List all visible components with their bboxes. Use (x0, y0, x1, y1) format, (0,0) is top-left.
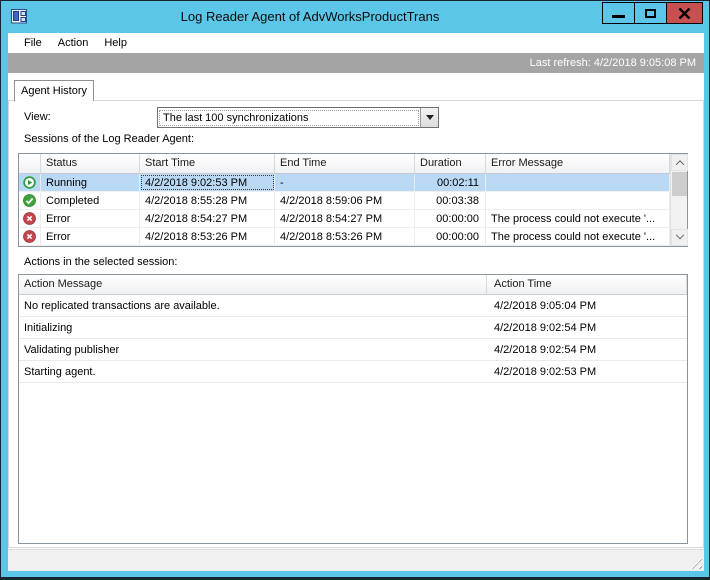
replication-monitor-app-icon (11, 8, 28, 25)
error-icon (23, 230, 36, 243)
scroll-up-button[interactable] (671, 154, 688, 171)
dropdown-arrow-button[interactable] (420, 108, 438, 127)
cell-end-time: - (275, 174, 415, 191)
cell-duration: 00:00:00 (415, 228, 486, 245)
tab-panel: View: The last 100 synchronizations Sess… (8, 100, 704, 548)
view-dropdown-value: The last 100 synchronizations (159, 109, 419, 126)
caption-buttons (602, 2, 703, 24)
cell-start-time: 4/2/2018 8:53:26 PM (140, 228, 275, 245)
close-icon (678, 7, 691, 19)
actions-table-header: Action Message Action Time (19, 275, 687, 295)
column-header-error-message[interactable]: Error Message (486, 154, 670, 173)
vertical-scrollbar[interactable] (670, 154, 688, 246)
tab-agent-history[interactable]: Agent History (14, 80, 94, 101)
status-strip (8, 549, 704, 571)
chevron-up-icon (675, 159, 684, 169)
cell-status: Running (41, 174, 140, 191)
resize-grip[interactable] (689, 556, 702, 569)
menubar: File Action Help (8, 33, 704, 53)
cell-error-message (486, 192, 670, 209)
cell-start-time: 4/2/2018 9:02:53 PM (140, 174, 275, 191)
cell-action-time: 4/2/2018 9:02:53 PM (494, 365, 597, 378)
column-header-action-message[interactable]: Action Message (19, 275, 487, 294)
view-dropdown[interactable]: The last 100 synchronizations (157, 107, 439, 128)
completed-icon (23, 194, 36, 207)
column-header-start-time[interactable]: Start Time (140, 154, 275, 173)
client-area: File Action Help Last refresh: 4/2/2018 … (8, 33, 704, 571)
cell-status: Completed (41, 192, 140, 209)
cell-action-message: Starting agent. (24, 365, 96, 378)
cell-start-time: 4/2/2018 8:54:27 PM (140, 210, 275, 227)
list-item[interactable]: Initializing 4/2/2018 9:02:54 PM (19, 317, 687, 339)
cell-start-time: 4/2/2018 8:55:28 PM (140, 192, 275, 209)
cell-action-message: Initializing (24, 321, 73, 334)
cell-duration: 00:00:00 (415, 210, 486, 227)
table-row[interactable]: Completed 4/2/2018 8:55:28 PM 4/2/2018 8… (19, 192, 687, 210)
list-item[interactable]: Validating publisher 4/2/2018 9:02:54 PM (19, 339, 687, 361)
cell-error-message (486, 174, 670, 191)
scroll-down-button[interactable] (671, 229, 688, 246)
running-icon (23, 176, 36, 189)
maximize-button[interactable] (634, 2, 667, 24)
window: Log Reader Agent of AdvWorksProductTrans… (0, 0, 710, 580)
menu-action[interactable]: Action (50, 35, 97, 51)
cell-duration: 00:03:38 (415, 192, 486, 209)
cell-end-time: 4/2/2018 8:54:27 PM (275, 210, 415, 227)
menu-help[interactable]: Help (96, 35, 135, 51)
column-header-end-time[interactable]: End Time (275, 154, 415, 173)
maximize-icon (645, 8, 656, 18)
cell-duration: 00:02:11 (415, 174, 486, 191)
titlebar[interactable]: Log Reader Agent of AdvWorksProductTrans (1, 1, 709, 32)
sessions-table: Status Start Time End Time Duration Erro… (18, 153, 688, 247)
cell-status: Error (41, 210, 140, 227)
cell-action-time: 4/2/2018 9:05:04 PM (494, 299, 597, 312)
error-icon (23, 212, 36, 225)
close-button[interactable] (666, 2, 703, 24)
cell-error-message: The process could not execute '... (486, 228, 670, 245)
cell-action-time: 4/2/2018 9:02:54 PM (494, 343, 597, 356)
cell-action-message: No replicated transactions are available… (24, 299, 220, 312)
last-refresh-bar: Last refresh: 4/2/2018 9:05:08 PM (8, 53, 704, 73)
table-row[interactable]: Error 4/2/2018 8:53:26 PM 4/2/2018 8:53:… (19, 228, 687, 246)
scrollbar-thumb[interactable] (672, 172, 687, 196)
minimize-button[interactable] (602, 2, 635, 24)
window-title: Log Reader Agent of AdvWorksProductTrans (180, 9, 440, 24)
menu-file[interactable]: File (16, 35, 50, 51)
chevron-down-icon (675, 230, 684, 239)
column-header-duration[interactable]: Duration (415, 154, 486, 173)
actions-table: Action Message Action Time No replicated… (18, 274, 688, 544)
minimize-icon (612, 14, 625, 18)
cell-end-time: 4/2/2018 8:59:06 PM (275, 192, 415, 209)
table-row[interactable]: Error 4/2/2018 8:54:27 PM 4/2/2018 8:54:… (19, 210, 687, 228)
chevron-down-icon (425, 115, 434, 120)
column-header-action-time[interactable]: Action Time (487, 275, 687, 294)
sessions-table-label: Sessions of the Log Reader Agent: (24, 133, 195, 145)
column-header-icon[interactable] (19, 154, 41, 173)
list-item[interactable]: No replicated transactions are available… (19, 295, 687, 317)
cell-action-message: Validating publisher (24, 343, 120, 356)
last-refresh-text: Last refresh: 4/2/2018 9:05:08 PM (529, 57, 696, 69)
cell-error-message: The process could not execute '... (486, 210, 670, 227)
list-item[interactable]: Starting agent. 4/2/2018 9:02:53 PM (19, 361, 687, 383)
view-label: View: (24, 111, 51, 123)
actions-table-label: Actions in the selected session: (24, 256, 178, 268)
table-row[interactable]: Running 4/2/2018 9:02:53 PM - 00:02:11 (19, 174, 687, 192)
sessions-table-header: Status Start Time End Time Duration Erro… (19, 154, 687, 174)
cell-status: Error (41, 228, 140, 245)
cell-end-time: 4/2/2018 8:53:26 PM (275, 228, 415, 245)
cell-action-time: 4/2/2018 9:02:54 PM (494, 321, 597, 334)
column-header-status[interactable]: Status (41, 154, 140, 173)
